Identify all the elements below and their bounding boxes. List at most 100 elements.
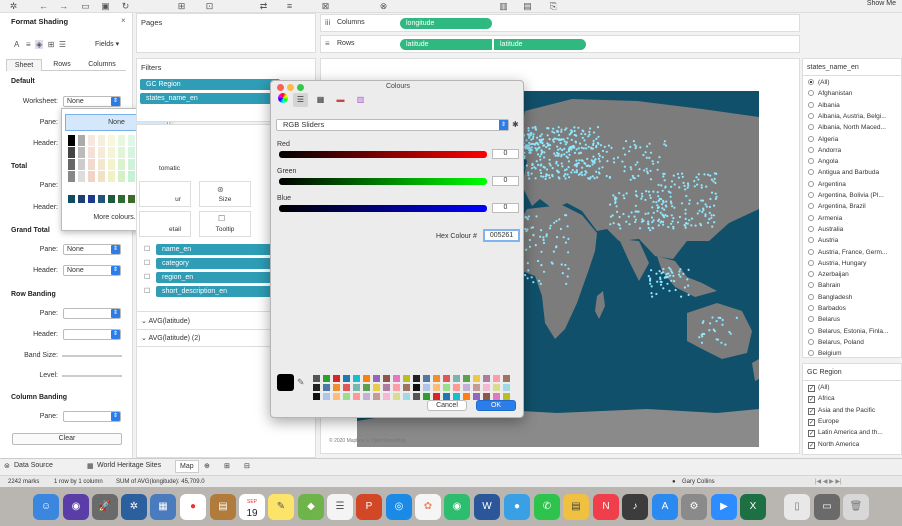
heritage-site-mark[interactable] (552, 138, 555, 142)
heritage-site-mark[interactable] (562, 236, 565, 239)
heritage-site-mark[interactable] (711, 316, 714, 319)
states-filter-item[interactable]: Argentina, Bolivia (Pl... (808, 192, 901, 199)
heritage-site-mark[interactable] (542, 236, 545, 239)
heritage-site-mark[interactable] (588, 165, 591, 168)
heritage-site-mark[interactable] (598, 172, 601, 175)
heritage-site-mark[interactable] (540, 151, 544, 154)
hex-value-field[interactable]: 005261 (483, 229, 520, 242)
saved-colour-swatch[interactable] (393, 393, 400, 400)
heritage-site-mark[interactable] (665, 144, 668, 147)
heritage-site-mark[interactable] (551, 130, 554, 133)
heritage-site-mark[interactable] (657, 219, 660, 222)
palette-swatch[interactable] (98, 135, 105, 146)
heritage-site-mark[interactable] (570, 129, 573, 132)
heritage-site-mark[interactable] (524, 274, 527, 277)
heritage-site-mark[interactable] (634, 220, 637, 224)
heritage-site-mark[interactable] (542, 238, 545, 242)
heritage-site-mark[interactable] (631, 174, 634, 178)
heritage-site-mark[interactable] (531, 126, 534, 129)
heritage-site-mark[interactable] (526, 277, 529, 280)
mark-type-dropdown[interactable]: tomatic (159, 165, 180, 172)
heritage-site-mark[interactable] (680, 202, 684, 205)
saved-colour-swatch[interactable] (373, 393, 380, 400)
heritage-site-mark[interactable] (530, 172, 533, 175)
heritage-site-mark[interactable] (615, 205, 618, 208)
saved-colour-swatch[interactable] (343, 393, 350, 400)
colour-mark-button[interactable]: ur (139, 181, 191, 207)
heritage-site-mark[interactable] (542, 241, 546, 245)
band-size-slider[interactable] (62, 355, 122, 357)
states-filter-item[interactable]: Andorra (808, 146, 901, 154)
heritage-site-mark[interactable] (711, 225, 714, 228)
heritage-site-mark[interactable] (560, 130, 563, 133)
lines-icon[interactable]: ☰ (59, 40, 66, 49)
heritage-site-mark[interactable] (546, 134, 549, 137)
heritage-site-mark[interactable] (598, 160, 601, 163)
heritage-site-mark[interactable] (667, 190, 670, 193)
safari-icon[interactable]: ◎ (386, 494, 412, 520)
heritage-site-mark[interactable] (592, 131, 596, 134)
heritage-site-mark[interactable] (525, 164, 528, 167)
gc-filter-item[interactable]: ✓ North America (808, 441, 901, 449)
saved-colour-swatch[interactable] (323, 375, 330, 382)
heritage-site-mark[interactable] (650, 292, 653, 295)
heritage-site-mark[interactable] (569, 132, 572, 135)
saved-colour-swatch[interactable] (483, 375, 490, 382)
heritage-site-mark[interactable] (577, 126, 580, 129)
heritage-site-mark[interactable] (562, 138, 565, 141)
heritage-site-mark[interactable] (664, 275, 667, 278)
heritage-site-mark[interactable] (612, 157, 615, 160)
heritage-site-mark[interactable] (575, 165, 578, 168)
heritage-site-mark[interactable] (527, 171, 530, 174)
heritage-site-mark[interactable] (684, 208, 687, 211)
avg-latitude-row[interactable]: ⌄ AVG(latitude) (141, 317, 190, 325)
new-sheet-icon[interactable]: ⊞ (176, 1, 187, 11)
heritage-site-mark[interactable] (559, 227, 562, 231)
saved-colour-swatch[interactable] (443, 384, 450, 391)
heritage-site-mark[interactable] (673, 280, 676, 283)
heritage-site-mark[interactable] (670, 202, 673, 205)
heritage-site-mark[interactable] (700, 341, 704, 344)
saved-colour-swatch[interactable] (423, 375, 430, 382)
saved-colour-swatch[interactable] (443, 393, 450, 400)
heritage-site-mark[interactable] (652, 219, 655, 222)
heritage-site-mark[interactable] (532, 133, 535, 136)
heritage-site-mark[interactable] (539, 169, 542, 172)
palette-swatch[interactable] (88, 147, 95, 158)
saved-colour-swatch[interactable] (483, 393, 490, 400)
heritage-site-mark[interactable] (655, 292, 658, 296)
heritage-site-mark[interactable] (634, 163, 637, 166)
palette-swatch[interactable] (88, 159, 95, 170)
heritage-site-mark[interactable] (595, 170, 598, 173)
heritage-site-mark[interactable] (655, 272, 658, 275)
saved-colour-swatch[interactable] (363, 393, 370, 400)
heritage-site-mark[interactable] (525, 139, 528, 142)
heritage-site-mark[interactable] (625, 220, 628, 223)
heritage-site-mark[interactable] (590, 159, 593, 162)
heritage-site-mark[interactable] (616, 210, 619, 213)
sliders-icon[interactable]: ☰ (293, 93, 308, 107)
heritage-site-mark[interactable] (540, 149, 543, 152)
notes-icon[interactable]: ▤ (563, 494, 589, 520)
heritage-site-mark[interactable] (666, 215, 669, 218)
heritage-site-mark[interactable] (586, 157, 589, 160)
page-nav-icons[interactable]: |◀ ◀ ▶ ▶| (815, 478, 842, 485)
rows-pill[interactable]: latitude (400, 39, 492, 50)
heritage-site-mark[interactable] (556, 145, 559, 148)
palette-swatch[interactable] (78, 147, 85, 158)
heritage-site-mark[interactable] (560, 263, 563, 266)
heritage-site-mark[interactable] (652, 162, 655, 165)
heritage-site-mark[interactable] (671, 205, 674, 208)
heritage-site-mark[interactable] (592, 142, 595, 145)
heritage-site-mark[interactable] (545, 173, 548, 177)
heritage-site-mark[interactable] (720, 341, 723, 344)
heritage-site-mark[interactable] (560, 153, 563, 156)
heritage-site-mark[interactable] (583, 173, 587, 176)
facetime-icon[interactable]: ✆ (534, 494, 560, 520)
heritage-site-mark[interactable] (527, 174, 530, 177)
states-filter-item[interactable]: (All) (808, 79, 901, 86)
heritage-site-mark[interactable] (669, 195, 672, 198)
saved-colour-swatch[interactable] (453, 375, 460, 382)
heritage-site-mark[interactable] (671, 220, 674, 223)
ok-button[interactable]: OK (476, 400, 516, 411)
